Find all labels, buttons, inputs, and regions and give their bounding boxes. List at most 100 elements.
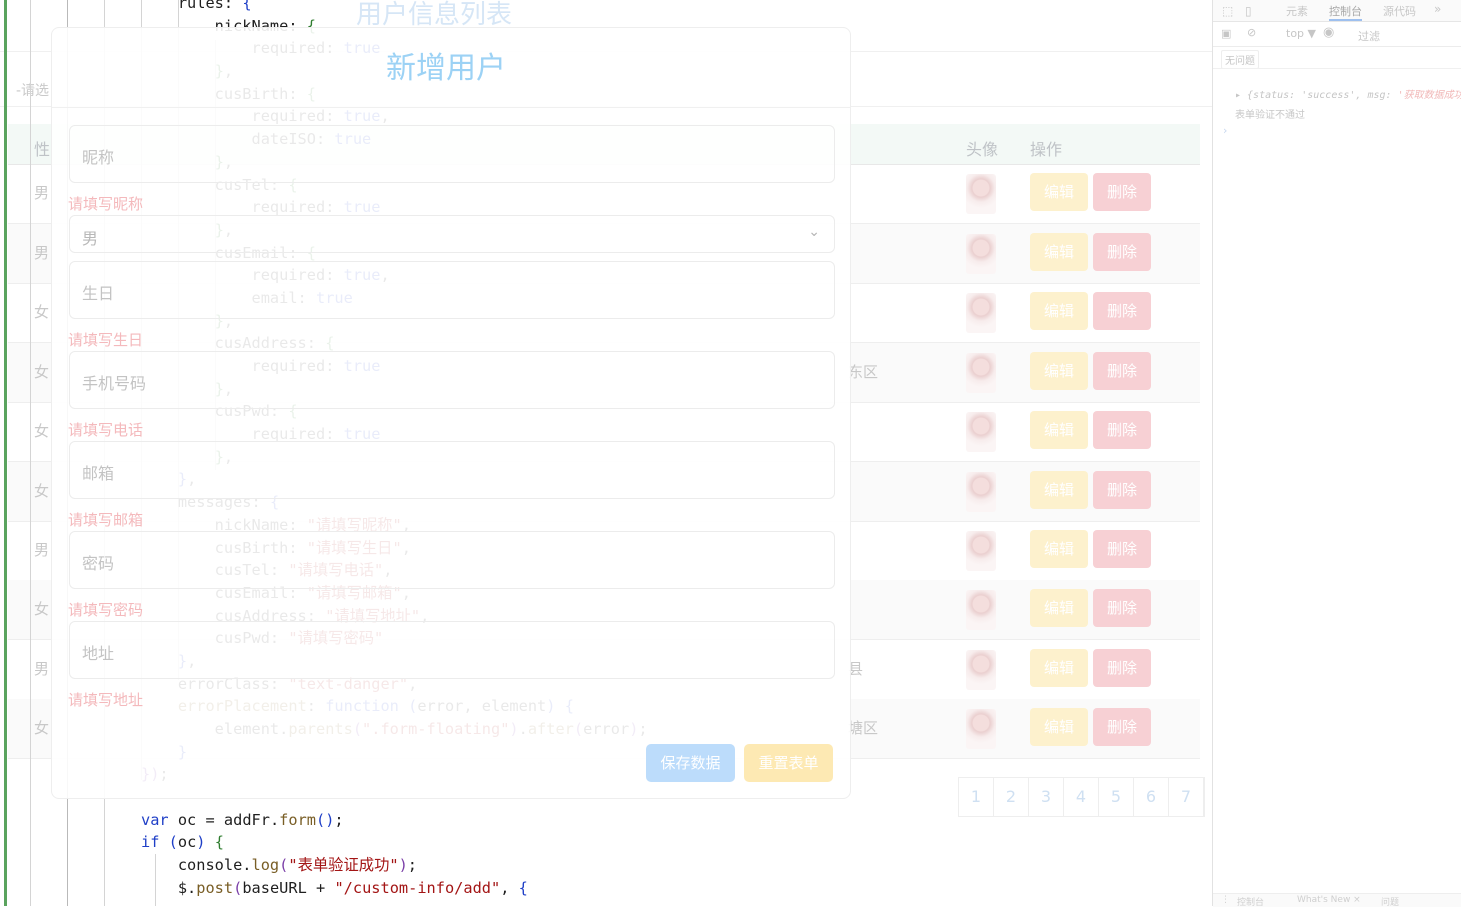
avatar <box>966 174 996 214</box>
edit-button[interactable]: 编辑 <box>1030 173 1088 211</box>
device-toolbar-icon[interactable]: ▯ <box>1245 4 1252 18</box>
birth-error: 请填写生日 <box>68 331 144 349</box>
password-field[interactable]: 密码 <box>69 531 835 589</box>
edit-button[interactable]: 编辑 <box>1030 233 1088 271</box>
edit-button[interactable]: 编辑 <box>1030 292 1088 330</box>
sex-select[interactable]: 男 ⌄ <box>69 215 835 253</box>
clear-icon[interactable]: ⊘ <box>1247 26 1256 39</box>
sidebar-toggle-icon[interactable]: ▣ <box>1221 27 1231 40</box>
page-link[interactable]: 1 <box>959 778 994 816</box>
nickname-error: 请填写昵称 <box>68 195 144 213</box>
log-object-prefix: ▸ {status: 'success', msg: <box>1235 90 1398 101</box>
modal-title: 新增用户 <box>386 51 506 86</box>
cell-sex: 女 <box>34 363 50 381</box>
filter-select[interactable]: -请选 <box>16 80 49 100</box>
console-divider <box>1213 68 1461 69</box>
drawer-tab-issues[interactable]: 问题 <box>1381 895 1399 908</box>
address-field[interactable]: 地址 <box>69 621 835 679</box>
delete-button[interactable]: 删除 <box>1093 173 1151 211</box>
drawer-tabbar: ⋮ 控制台 What's New × 问题 <box>1213 893 1461 908</box>
edit-button[interactable]: 编辑 <box>1030 411 1088 449</box>
tel-error: 请填写电话 <box>68 421 144 439</box>
delete-button[interactable]: 删除 <box>1093 292 1151 330</box>
drawer-menu-icon[interactable]: ⋮ <box>1221 895 1230 905</box>
nickname-placeholder: 昵称 <box>82 148 115 167</box>
th-actions: 操作 <box>1030 140 1063 159</box>
page-link[interactable]: 3 <box>1029 778 1064 816</box>
console-prompt[interactable]: › <box>1223 124 1227 137</box>
console-log-object[interactable]: ▸ {status: 'success', msg: '获取数据成功 <box>1235 86 1461 101</box>
edit-button[interactable]: 编辑 <box>1030 649 1088 687</box>
tab-sources[interactable]: 源代码 <box>1383 3 1416 19</box>
birth-field[interactable]: 生日 <box>69 261 835 319</box>
drawer-tab-console[interactable]: 控制台 <box>1237 895 1264 908</box>
avatar <box>966 412 996 452</box>
edit-button[interactable]: 编辑 <box>1030 589 1088 627</box>
devtools-panel: ⬚ ▯ 元素 控制台 源代码 » ▣ ⊘ top ▼ ◉ 过滤 无问题 ▸ {s… <box>1212 0 1461 908</box>
eye-icon[interactable]: ◉ <box>1323 25 1334 40</box>
email-error: 请填写邮箱 <box>68 511 144 529</box>
edit-button[interactable]: 编辑 <box>1030 708 1088 746</box>
delete-button[interactable]: 删除 <box>1093 352 1151 390</box>
delete-button[interactable]: 删除 <box>1093 649 1151 687</box>
delete-button[interactable]: 删除 <box>1093 411 1151 449</box>
page-link[interactable]: 7 <box>1169 778 1204 816</box>
cell-sex: 女 <box>34 482 50 500</box>
cell-address: 塘区 <box>848 719 879 737</box>
cell-sex: 女 <box>34 600 50 618</box>
tab-elements[interactable]: 元素 <box>1286 3 1308 19</box>
password-placeholder: 密码 <box>82 554 115 573</box>
delete-button[interactable]: 删除 <box>1093 708 1151 746</box>
birth-placeholder: 生日 <box>82 284 115 303</box>
cell-sex: 男 <box>34 660 50 678</box>
cell-sex: 女 <box>34 303 50 321</box>
cell-address: 东区 <box>848 363 879 381</box>
delete-button[interactable]: 删除 <box>1093 233 1151 271</box>
page-link[interactable]: 6 <box>1134 778 1169 816</box>
avatar <box>966 531 996 571</box>
cell-sex: 男 <box>34 244 50 262</box>
th-avatar: 头像 <box>966 140 999 159</box>
cell-sex: 女 <box>34 422 50 440</box>
inspect-icon[interactable]: ⬚ <box>1222 4 1233 18</box>
tel-placeholder: 手机号码 <box>82 374 147 393</box>
console-log-message: 表单验证不通过 <box>1235 110 1305 121</box>
avatar <box>966 353 996 393</box>
nickname-field[interactable]: 昵称 <box>69 125 835 183</box>
log-object-msg: '获取数据成功 <box>1397 90 1461 101</box>
tel-field[interactable]: 手机号码 <box>69 351 835 409</box>
pagination: 1 2 3 4 5 6 7 <box>958 777 1205 817</box>
edit-button[interactable]: 编辑 <box>1030 352 1088 390</box>
avatar <box>966 650 996 690</box>
cell-sex: 男 <box>34 184 50 202</box>
tab-console[interactable]: 控制台 <box>1329 3 1362 21</box>
modal-header-divider <box>52 107 850 108</box>
delete-button[interactable]: 删除 <box>1093 471 1151 509</box>
avatar <box>966 590 996 630</box>
console-filter-input[interactable]: 过滤 <box>1358 28 1380 44</box>
th-sex: 性 <box>34 140 51 159</box>
reset-button[interactable]: 重置表单 <box>744 744 833 782</box>
chevron-down-icon: ⌄ <box>808 224 820 240</box>
page-link[interactable]: 4 <box>1064 778 1099 816</box>
page-link[interactable]: 5 <box>1099 778 1134 816</box>
email-placeholder: 邮箱 <box>82 464 115 483</box>
delete-button[interactable]: 删除 <box>1093 530 1151 568</box>
console-toolbar: ▣ ⊘ top ▼ ◉ 过滤 <box>1213 22 1461 47</box>
save-button[interactable]: 保存数据 <box>646 744 735 782</box>
delete-button[interactable]: 删除 <box>1093 589 1151 627</box>
password-error: 请填写密码 <box>68 601 144 619</box>
avatar <box>966 709 996 749</box>
email-field[interactable]: 邮箱 <box>69 441 835 499</box>
more-tabs-icon[interactable]: » <box>1434 2 1441 16</box>
edit-button[interactable]: 编辑 <box>1030 471 1088 509</box>
context-select[interactable]: top ▼ <box>1286 27 1316 40</box>
sex-value: 男 <box>82 229 99 248</box>
page-link[interactable]: 2 <box>994 778 1029 816</box>
cell-sex: 女 <box>34 719 50 737</box>
drawer-tab-whats-new[interactable]: What's New × <box>1297 895 1361 905</box>
avatar <box>966 234 996 274</box>
avatar <box>966 293 996 333</box>
issues-badge[interactable]: 无问题 <box>1221 50 1259 69</box>
edit-button[interactable]: 编辑 <box>1030 530 1088 568</box>
